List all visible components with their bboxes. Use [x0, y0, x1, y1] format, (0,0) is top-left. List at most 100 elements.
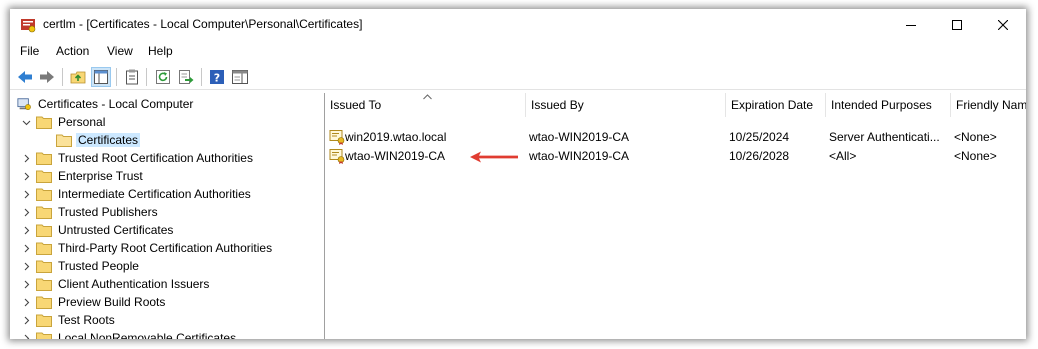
- tree-item-label: Local NonRemovable Certificates: [58, 331, 237, 339]
- chevron-right-icon[interactable]: [20, 167, 32, 185]
- open-folder-icon: [56, 134, 72, 147]
- tree-root[interactable]: Certificates - Local Computer: [16, 95, 195, 113]
- certificate-manager-app-icon: [21, 19, 36, 33]
- column-header-expiration-date[interactable]: Expiration Date: [726, 93, 825, 117]
- tree-item-trusted-root[interactable]: Trusted Root Certification Authorities: [20, 149, 255, 167]
- show-hide-action-pane-button[interactable]: [230, 67, 250, 87]
- folder-icon: [36, 332, 52, 339]
- cell-friendly-name: <None>: [954, 130, 997, 144]
- chevron-right-icon[interactable]: [20, 239, 32, 257]
- folder-icon: [36, 152, 52, 165]
- tree-item-personal[interactable]: Personal: [20, 113, 107, 131]
- computer-certificates-icon: [17, 98, 31, 110]
- tree-item-label: Certificates: [76, 133, 141, 147]
- certlm-window: certlm - [Certificates - Local Computer\…: [10, 9, 1026, 339]
- toolbar: ?: [10, 64, 1026, 90]
- console-tree[interactable]: Certificates - Local Computer Personal C…: [10, 93, 324, 339]
- minimize-icon: [906, 25, 916, 26]
- export-list-icon: [179, 70, 194, 84]
- toolbar-separator: [201, 68, 202, 86]
- tree-root-label: Certificates - Local Computer: [38, 97, 194, 111]
- column-header-label: Expiration Date: [731, 98, 814, 112]
- properties-icon: [126, 69, 138, 85]
- maximize-icon: [952, 20, 962, 30]
- certificate-list[interactable]: Issued To Issued By Expiration Date Inte…: [325, 93, 1026, 339]
- tree-item-label: Trusted Publishers: [58, 205, 158, 219]
- annotation-arrow: [470, 151, 518, 163]
- toolbar-separator: [146, 68, 147, 86]
- menu-help[interactable]: Help: [148, 44, 173, 58]
- folder-icon: [36, 278, 52, 291]
- maximize-button[interactable]: [934, 9, 980, 41]
- tree-item-label: Trusted Root Certification Authorities: [58, 151, 253, 165]
- chevron-down-icon[interactable]: [20, 113, 32, 131]
- refresh-icon: [156, 70, 170, 84]
- help-button[interactable]: ?: [207, 67, 227, 87]
- show-hide-tree-icon: [94, 70, 108, 84]
- menu-view[interactable]: View: [107, 44, 133, 58]
- chevron-right-icon[interactable]: [20, 203, 32, 221]
- console-view-icon: [232, 70, 248, 84]
- back-button[interactable]: [15, 67, 35, 87]
- folder-icon: [36, 314, 52, 327]
- chevron-right-icon[interactable]: [20, 257, 32, 275]
- chevron-right-icon[interactable]: [20, 311, 32, 329]
- folder-icon: [36, 260, 52, 273]
- chevron-right-icon[interactable]: [20, 329, 32, 339]
- tree-item-label: Preview Build Roots: [58, 295, 166, 309]
- forward-button[interactable]: [37, 67, 57, 87]
- chevron-right-icon[interactable]: [20, 275, 32, 293]
- certificate-row[interactable]: win2019.wtao.local wtao-WIN2019-CA 10/25…: [325, 128, 1026, 147]
- column-header-friendly-name[interactable]: Friendly Name: [951, 93, 1026, 117]
- tree-item-label: Test Roots: [58, 313, 115, 327]
- forward-arrow-icon: [40, 71, 54, 83]
- minimize-button[interactable]: [888, 9, 934, 41]
- tree-item-local-nonremovable[interactable]: Local NonRemovable Certificates: [20, 329, 238, 339]
- folder-icon: [36, 170, 52, 183]
- tree-item-untrusted-certificates[interactable]: Untrusted Certificates: [20, 221, 175, 239]
- certificate-icon: [329, 130, 345, 145]
- cell-expiration-date: 10/26/2028: [729, 149, 790, 163]
- certificate-row[interactable]: wtao-WIN2019-CA wtao-WIN2019-CA 10/26/20…: [325, 147, 1026, 166]
- tree-item-intermediate-ca[interactable]: Intermediate Certification Authorities: [20, 185, 253, 203]
- tree-item-trusted-people[interactable]: Trusted People: [20, 257, 141, 275]
- up-one-level-button[interactable]: [68, 67, 88, 87]
- show-hide-console-tree-button[interactable]: [91, 67, 111, 87]
- window-title: certlm - [Certificates - Local Computer\…: [43, 17, 363, 31]
- tree-item-test-roots[interactable]: Test Roots: [20, 311, 117, 329]
- folder-icon: [36, 242, 52, 255]
- toolbar-separator: [116, 68, 117, 86]
- column-header-issued-by[interactable]: Issued By: [526, 93, 725, 117]
- chevron-right-icon[interactable]: [20, 185, 32, 203]
- export-list-button[interactable]: [176, 67, 196, 87]
- toolbar-separator: [62, 68, 63, 86]
- column-header-label: Issued By: [531, 98, 584, 112]
- folder-icon: [36, 296, 52, 309]
- tree-item-preview-build-roots[interactable]: Preview Build Roots: [20, 293, 167, 311]
- refresh-button[interactable]: [153, 67, 173, 87]
- folder-icon: [36, 224, 52, 237]
- cell-issued-to: win2019.wtao.local: [345, 130, 447, 144]
- menu-file[interactable]: File: [20, 44, 39, 58]
- tree-item-trusted-publishers[interactable]: Trusted Publishers: [20, 203, 160, 221]
- close-button[interactable]: [980, 9, 1026, 41]
- chevron-right-icon[interactable]: [20, 293, 32, 311]
- tree-item-label: Personal: [58, 115, 106, 129]
- close-icon: [998, 20, 1008, 30]
- help-icon: ?: [210, 70, 224, 85]
- tree-item-certificates[interactable]: Certificates: [56, 131, 141, 149]
- menu-action[interactable]: Action: [56, 44, 89, 58]
- up-folder-icon: [70, 71, 86, 84]
- chevron-right-icon[interactable]: [20, 149, 32, 167]
- properties-button[interactable]: [122, 67, 142, 87]
- title-bar[interactable]: certlm - [Certificates - Local Computer\…: [10, 9, 1026, 41]
- tree-item-enterprise-trust[interactable]: Enterprise Trust: [20, 167, 145, 185]
- tree-item-label: Third-Party Root Certification Authoriti…: [58, 241, 273, 255]
- tree-item-third-party-root[interactable]: Third-Party Root Certification Authoriti…: [20, 239, 274, 257]
- tree-item-label: Enterprise Trust: [58, 169, 143, 183]
- column-header-label: Friendly Name: [956, 98, 1026, 112]
- column-header-intended-purposes[interactable]: Intended Purposes: [826, 93, 950, 117]
- chevron-right-icon[interactable]: [20, 221, 32, 239]
- cell-expiration-date: 10/25/2024: [729, 130, 790, 144]
- tree-item-client-auth-issuers[interactable]: Client Authentication Issuers: [20, 275, 211, 293]
